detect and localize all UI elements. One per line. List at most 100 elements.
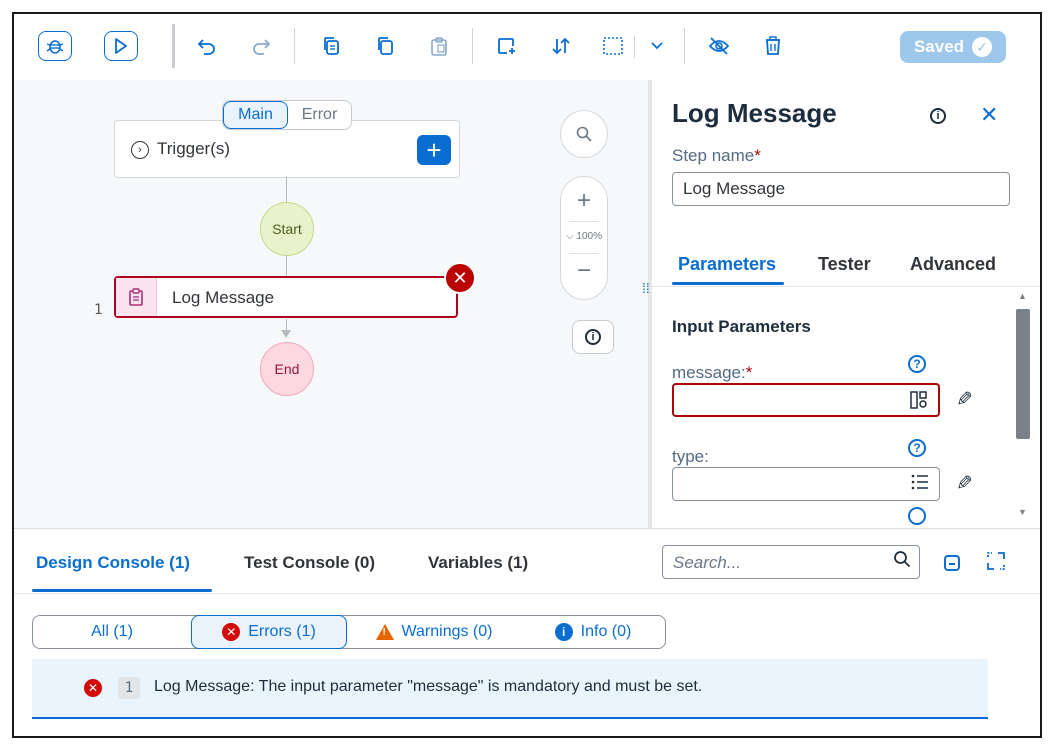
type-input[interactable]: [672, 467, 940, 501]
step-name-label: Step name*: [672, 146, 761, 166]
help-icon[interactable]: [908, 507, 926, 525]
info-icon-glyph: i: [930, 108, 946, 124]
message-filter: All (1) ✕ Errors (1) ! Warnings (0) i In…: [32, 615, 666, 649]
filter-all[interactable]: All (1): [33, 616, 191, 648]
start-node[interactable]: Start: [260, 202, 314, 256]
tab-tester[interactable]: Tester: [818, 254, 871, 275]
scroll-up-icon[interactable]: ▲: [1018, 291, 1027, 301]
select-area-icon[interactable]: [598, 31, 628, 61]
console-panel: Design Console (1) Test Console (0) Vari…: [14, 528, 1040, 736]
paste-icon[interactable]: [424, 31, 454, 61]
error-icon[interactable]: ✕: [444, 262, 476, 294]
toolbar-divider: [172, 24, 175, 68]
trigger-label: Trigger(s): [157, 139, 231, 158]
scroll-down-icon[interactable]: ▼: [1018, 507, 1027, 517]
clipboard-icon: [116, 278, 157, 316]
tab-main[interactable]: Main: [223, 101, 288, 129]
filter-errors-label: Errors (1): [248, 623, 316, 640]
chevron-right-icon[interactable]: ›: [131, 141, 149, 159]
info-icon: i: [554, 623, 573, 641]
type-label: type:: [672, 447, 709, 466]
filter-warnings[interactable]: ! Warnings (0): [347, 616, 521, 648]
sort-icon[interactable]: [546, 31, 576, 61]
expand-icon[interactable]: [986, 551, 1006, 576]
message-input[interactable]: [672, 383, 940, 417]
step-name-input[interactable]: [672, 172, 1010, 206]
parameters-scroll-area[interactable]: Input Parameters message:* ? ✎ type: ? ✎…: [652, 287, 1040, 528]
message-label: message:*: [672, 363, 752, 383]
search-icon[interactable]: [893, 550, 911, 574]
run-icon[interactable]: [104, 31, 138, 61]
help-icon[interactable]: ?: [908, 355, 926, 373]
connector-line: [286, 177, 287, 203]
info-icon: i: [585, 329, 601, 345]
undo-icon[interactable]: [192, 31, 222, 61]
help-icon[interactable]: ?: [908, 439, 926, 457]
message-label-text: message:: [672, 363, 746, 382]
zoom-divider: [569, 253, 599, 254]
zoom-level[interactable]: ⌵ 100%: [561, 231, 607, 242]
add-group-icon[interactable]: [492, 31, 522, 61]
duplicate-icon[interactable]: [370, 31, 400, 61]
filter-info[interactable]: i Info (0): [521, 616, 665, 648]
end-node[interactable]: End: [260, 342, 314, 396]
close-icon[interactable]: ✕: [980, 102, 998, 128]
panel-tabs: Parameters Tester Advanced: [652, 230, 1040, 287]
hide-icon[interactable]: [704, 31, 734, 61]
vertical-scrollbar[interactable]: ▲ ▼: [1014, 287, 1032, 528]
scrollbar-thumb[interactable]: [1016, 309, 1030, 439]
debug-icon[interactable]: [38, 31, 72, 61]
check-icon: ✓: [972, 37, 993, 57]
redo-icon[interactable]: [246, 31, 276, 61]
toolbar-divider: [294, 28, 295, 64]
copy-step-icon[interactable]: [316, 31, 346, 61]
tab-design-console[interactable]: Design Console (1): [36, 553, 190, 573]
required-mark: *: [745, 363, 753, 382]
step-label: Log Message: [172, 288, 275, 307]
step-name-label-text: Step name: [672, 146, 755, 165]
connector-line: [286, 255, 287, 277]
list-icon[interactable]: [911, 474, 929, 495]
tab-error[interactable]: Error: [288, 106, 351, 124]
zoom-in-icon[interactable]: +: [561, 187, 607, 215]
arrow-down-icon: [281, 330, 291, 338]
filter-warnings-label: Warnings (0): [401, 623, 493, 640]
tab-test-console[interactable]: Test Console (0): [244, 553, 375, 573]
console-message-row[interactable]: ✕ 1 Log Message: The input parameter "me…: [32, 659, 988, 719]
properties-panel: Log Message i ✕ Step name* Parameters Te…: [652, 80, 1040, 528]
tab-advanced[interactable]: Advanced: [910, 254, 996, 275]
panel-title: Log Message: [672, 98, 837, 128]
toolbar-divider: [634, 36, 635, 58]
tab-variables[interactable]: Variables (1): [428, 553, 528, 573]
info-icon[interactable]: i: [930, 108, 946, 124]
active-tab-indicator: [672, 282, 784, 285]
edit-icon[interactable]: ✎: [956, 471, 973, 496]
step-number: 1: [94, 302, 103, 318]
console-search-input[interactable]: Search...: [662, 545, 920, 579]
error-icon: ✕: [222, 623, 241, 641]
error-icon: ✕: [84, 679, 102, 697]
app-window: Saved ✓ Main Error › Trigger(s) + Start …: [12, 12, 1042, 738]
chevron-down-icon[interactable]: [642, 31, 672, 61]
filter-all-label: All (1): [91, 623, 133, 640]
zoom-control: + ⌵ 100% −: [560, 176, 608, 300]
zoom-out-icon[interactable]: −: [561, 257, 607, 285]
active-tab-indicator: [32, 589, 212, 592]
minimize-icon[interactable]: [944, 555, 960, 571]
delete-icon[interactable]: [758, 31, 788, 61]
zoom-divider: [569, 221, 599, 222]
log-message-step[interactable]: Log Message: [114, 276, 458, 318]
message-number: 1: [118, 677, 140, 699]
filter-errors[interactable]: ✕ Errors (1): [191, 615, 347, 649]
edit-icon[interactable]: ✎: [956, 387, 973, 412]
flow-canvas[interactable]: Main Error › Trigger(s) + Start 1 Log Me…: [14, 80, 648, 528]
add-trigger-button[interactable]: +: [417, 135, 451, 165]
section-title: Input Parameters: [672, 317, 811, 336]
saved-status-button[interactable]: Saved ✓: [900, 31, 1006, 63]
canvas-info-button[interactable]: i: [572, 320, 614, 354]
tab-parameters[interactable]: Parameters: [678, 254, 776, 275]
search-icon[interactable]: [560, 110, 608, 158]
drag-handle-icon[interactable]: ⁞⁞: [642, 280, 650, 296]
value-picker-icon[interactable]: [910, 391, 928, 414]
required-mark: *: [754, 146, 761, 165]
